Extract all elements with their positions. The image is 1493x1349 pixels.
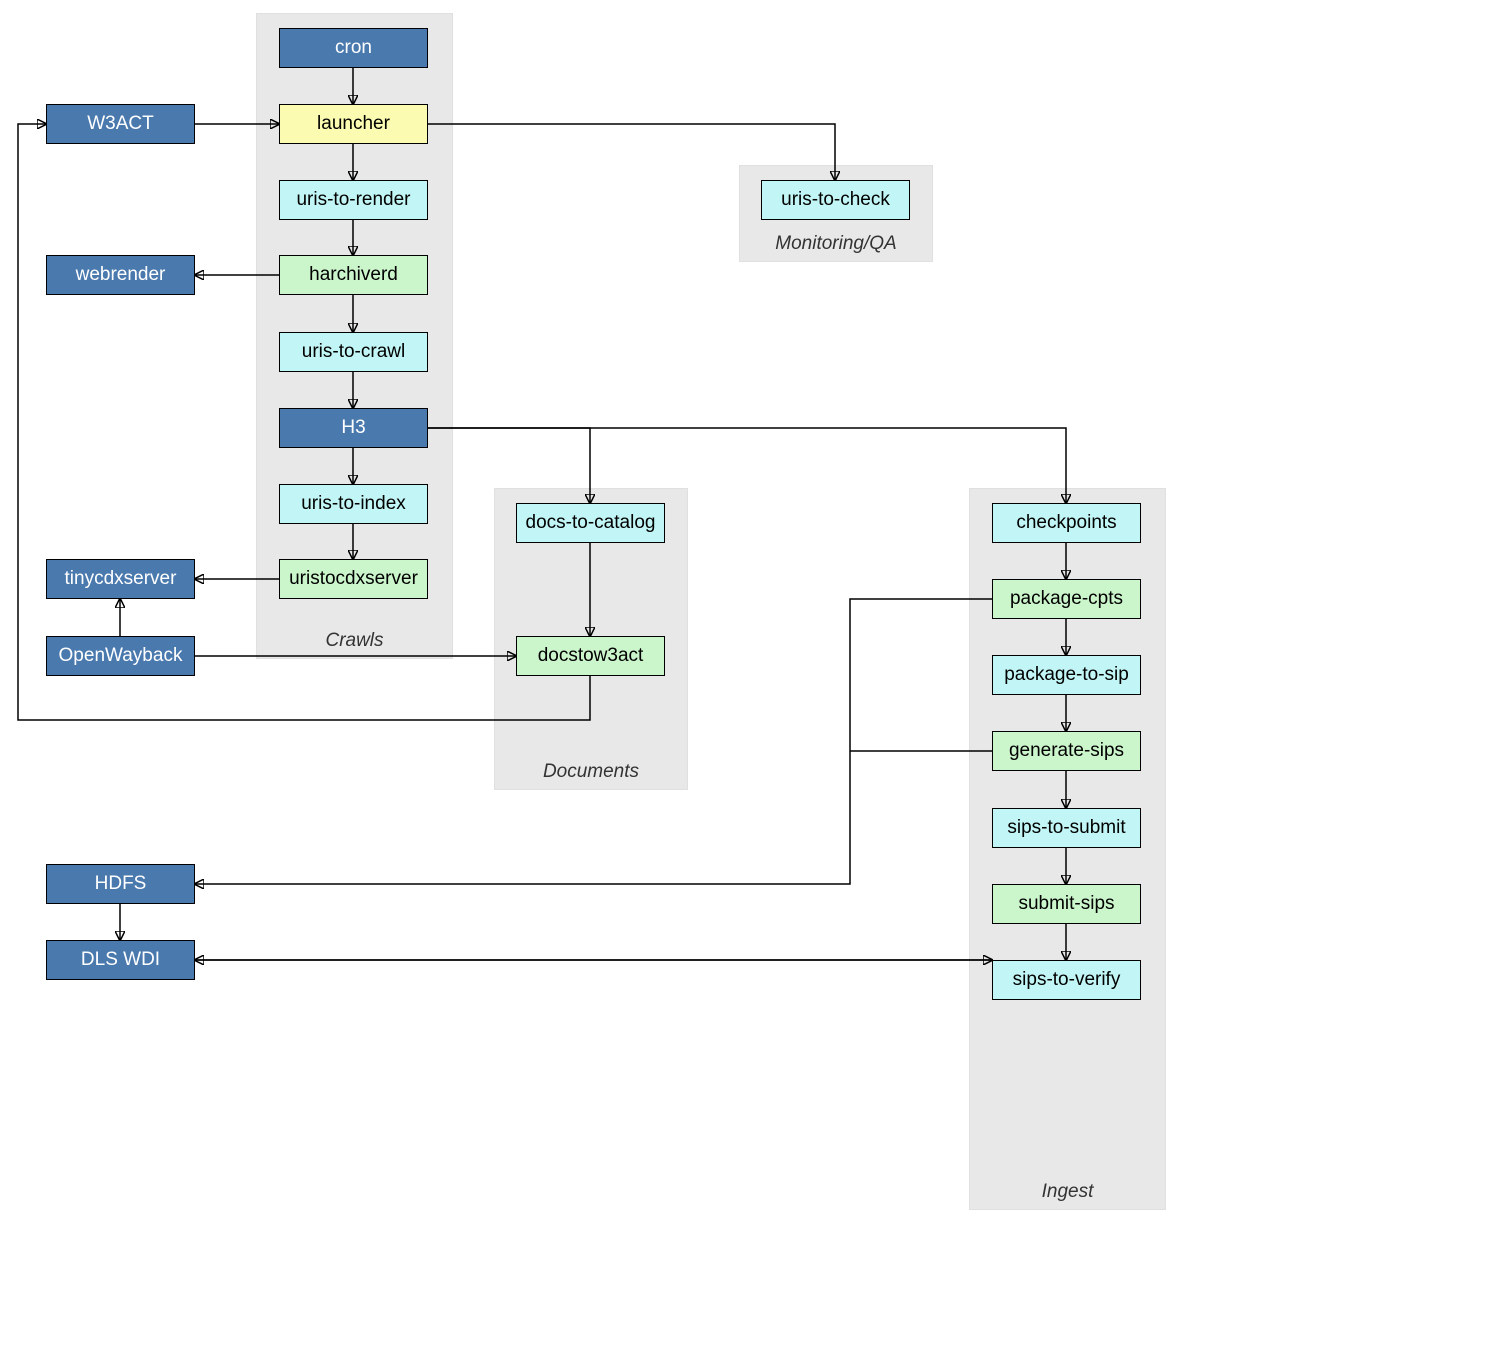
cluster-crawls-label: Crawls — [257, 630, 452, 652]
diagram-canvas: Crawls Monitoring/QA Documents Ingest W3… — [0, 0, 1493, 1349]
node-docs-to-catalog: docs-to-catalog — [516, 503, 665, 543]
node-harchiverd: harchiverd — [279, 255, 428, 295]
node-webrender: webrender — [46, 255, 195, 295]
node-sips-to-verify: sips-to-verify — [992, 960, 1141, 1000]
node-package-to-sip: package-to-sip — [992, 655, 1141, 695]
node-cron: cron — [279, 28, 428, 68]
node-checkpoints: checkpoints — [992, 503, 1141, 543]
node-generate-sips: generate-sips — [992, 731, 1141, 771]
node-openwayback: OpenWayback — [46, 636, 195, 676]
node-uris-to-check: uris-to-check — [761, 180, 910, 220]
node-package-cpts: package-cpts — [992, 579, 1141, 619]
node-uristocdxserver: uristocdxserver — [279, 559, 428, 599]
node-hdfs: HDFS — [46, 864, 195, 904]
node-h3: H3 — [279, 408, 428, 448]
cluster-ingest-label: Ingest — [970, 1181, 1165, 1203]
node-dlswdi: DLS WDI — [46, 940, 195, 980]
node-tinycdxserver: tinycdxserver — [46, 559, 195, 599]
node-docstow3act: docstow3act — [516, 636, 665, 676]
node-launcher: launcher — [279, 104, 428, 144]
node-sips-to-submit: sips-to-submit — [992, 808, 1141, 848]
cluster-documents-label: Documents — [495, 761, 687, 783]
node-submit-sips: submit-sips — [992, 884, 1141, 924]
node-w3act: W3ACT — [46, 104, 195, 144]
node-uris-to-index: uris-to-index — [279, 484, 428, 524]
node-uris-to-render: uris-to-render — [279, 180, 428, 220]
cluster-monitoring-label: Monitoring/QA — [740, 233, 932, 255]
node-uris-to-crawl: uris-to-crawl — [279, 332, 428, 372]
